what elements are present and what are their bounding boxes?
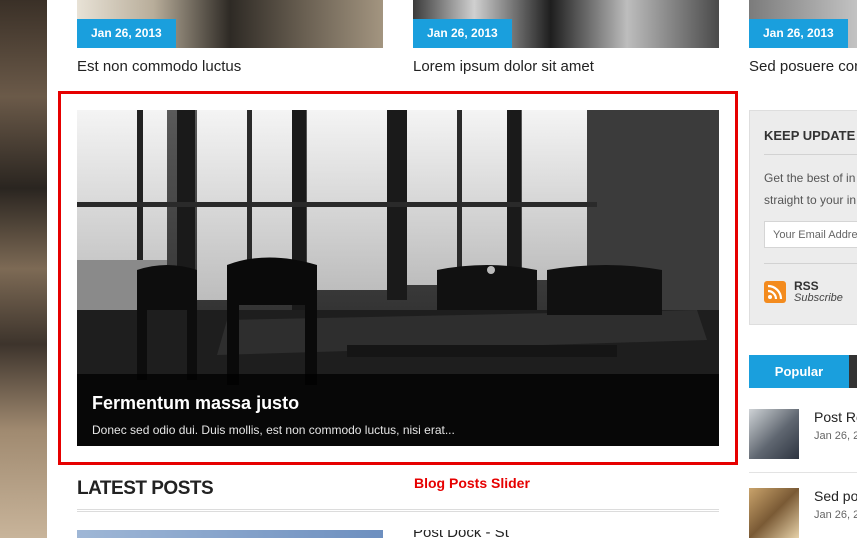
- date-badge: Jan 26, 2013: [413, 19, 512, 48]
- latest-posts-heading: LATEST POSTS: [77, 478, 214, 499]
- post-title[interactable]: Lorem ipsum dolor sit amet: [413, 58, 594, 75]
- post-title[interactable]: Sed posuere con: [749, 58, 857, 75]
- tab-next[interactable]: [849, 355, 857, 388]
- rss-subscribe-link[interactable]: RSS Subscribe: [764, 279, 857, 311]
- background-blur: [0, 0, 47, 538]
- sidebar-post-title[interactable]: Sed pos: [814, 488, 857, 504]
- sidebar-post-thumbnail[interactable]: [749, 409, 799, 459]
- sidebar-post-date: Jan 26, 2: [814, 509, 857, 521]
- post-title[interactable]: Est non commodo luctus: [77, 58, 241, 75]
- newsletter-description: Get the best of in straight to your in: [764, 167, 856, 211]
- newsletter-widget: KEEP UPDATE W Get the best of in straigh…: [749, 110, 857, 325]
- top-post-2[interactable]: Jan 26, 2013 Lorem ipsum dolor sit amet: [413, 0, 719, 80]
- newsletter-title: KEEP UPDATE W: [764, 128, 857, 143]
- newsletter-text-line-2: straight to your in: [764, 193, 857, 207]
- sidebar-tabs: Popular: [749, 355, 857, 388]
- slider-annotation-label: Blog Posts Slider: [414, 475, 530, 491]
- date-badge: Jan 26, 2013: [749, 19, 848, 48]
- top-post-3[interactable]: Jan 26, 2013 Sed posuere con: [749, 0, 857, 80]
- divider: [749, 472, 857, 473]
- latest-post-thumbnail[interactable]: [77, 530, 383, 538]
- tab-popular[interactable]: Popular: [749, 355, 849, 388]
- sidebar-post-1[interactable]: Post Re Jan 26, 2: [749, 409, 857, 459]
- sidebar-post-title[interactable]: Post Re: [814, 409, 857, 425]
- sidebar-post-date: Jan 26, 2: [814, 430, 857, 442]
- rss-label[interactable]: RSS: [794, 279, 819, 293]
- divider: [764, 263, 857, 264]
- sidebar-post-2[interactable]: Sed pos Jan 26, 2: [749, 488, 857, 538]
- slide-title[interactable]: Fermentum massa justo: [92, 393, 299, 414]
- latest-post-title[interactable]: Post Dock - St: [413, 530, 573, 538]
- newsletter-text-line-1: Get the best of in: [764, 171, 856, 185]
- slide-text-layer: Fermentum massa justo Donec sed odio dui…: [77, 110, 719, 446]
- top-post-1[interactable]: Jan 26, 2013 Est non commodo luctus: [77, 0, 383, 80]
- section-divider: [77, 509, 719, 512]
- slide-excerpt: Donec sed odio dui. Duis mollis, est non…: [92, 423, 455, 437]
- sidebar-post-thumbnail[interactable]: [749, 488, 799, 538]
- page: Jan 26, 2013 Est non commodo luctus Jan …: [47, 0, 857, 538]
- latest-post-title-text[interactable]: Post Dock - St: [413, 530, 573, 538]
- rss-sublabel[interactable]: Subscribe: [794, 292, 843, 304]
- date-badge: Jan 26, 2013: [77, 19, 176, 48]
- divider: [764, 154, 857, 155]
- rss-icon[interactable]: [764, 281, 786, 303]
- email-field[interactable]: [764, 221, 857, 248]
